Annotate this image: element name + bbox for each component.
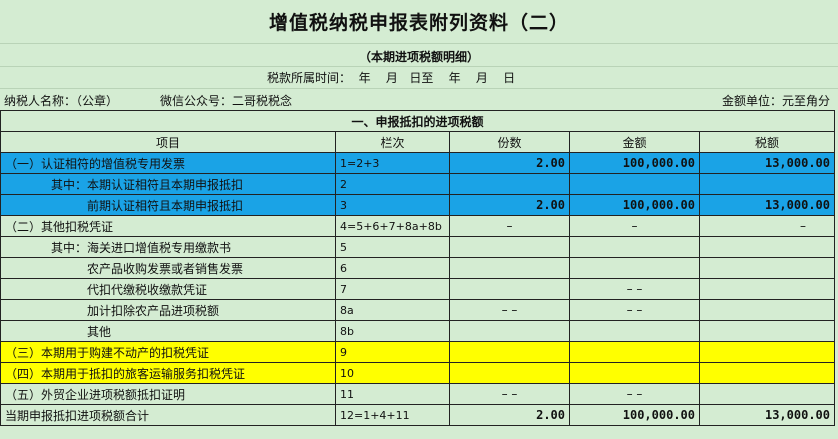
count-cell[interactable]: 2.00	[449, 152, 570, 174]
tax-period: 税款所属时间： 年 月 日至 年 月 日	[267, 71, 516, 85]
item-cell[interactable]: 其他	[0, 320, 336, 342]
header-item[interactable]: 项目	[0, 131, 336, 153]
table-row: 加计扣除农产品进项税额 8a – – – –	[0, 299, 835, 321]
line-cell[interactable]: 2	[335, 173, 450, 195]
amount-cell[interactable]: – –	[569, 299, 700, 321]
line-cell[interactable]: 8a	[335, 299, 450, 321]
item-cell[interactable]: （五）外贸企业进项税额抵扣证明	[0, 383, 336, 405]
count-cell[interactable]: –	[449, 215, 570, 237]
amount-cell[interactable]	[569, 320, 700, 342]
item-cell[interactable]: （三）本期用于购建不动产的扣税凭证	[0, 341, 336, 363]
report-title: 增值税纳税申报表附列资料（二）	[268, 12, 569, 34]
count-cell[interactable]: – –	[449, 299, 570, 321]
amount-cell[interactable]: 100,000.00	[569, 152, 700, 174]
tax-cell[interactable]: –	[699, 215, 835, 237]
grid-line	[0, 88, 838, 89]
line-cell[interactable]: 12=1+4+11	[335, 404, 450, 426]
amount-cell[interactable]: –	[569, 215, 700, 237]
input-tax-table: 一、申报抵扣的进项税额 项目 栏次 份数 金额 税额 （一）认证相符的增值税专用…	[0, 110, 835, 426]
header-amount[interactable]: 金额	[569, 131, 700, 153]
table-row: （二）其他扣税凭证 4=5+6+7+8a+8b – – –	[0, 215, 835, 237]
grid-line	[0, 43, 838, 44]
count-cell[interactable]	[449, 257, 570, 279]
count-cell[interactable]: 2.00	[449, 404, 570, 426]
tax-cell[interactable]	[699, 278, 835, 300]
tax-cell[interactable]	[699, 383, 835, 405]
line-cell[interactable]: 11	[335, 383, 450, 405]
table-row: 其中：本期认证相符且本期申报抵扣 2	[0, 173, 835, 195]
tax-cell[interactable]: 13,000.00	[699, 404, 835, 426]
amount-unit-label: 金额单位：元至角分	[722, 94, 831, 108]
tax-cell[interactable]	[699, 320, 835, 342]
column-header-row: 项目 栏次 份数 金额 税额	[0, 131, 835, 153]
line-cell[interactable]: 3	[335, 194, 450, 216]
item-cell[interactable]: 其中：本期认证相符且本期申报抵扣	[0, 173, 336, 195]
line-cell[interactable]: 6	[335, 257, 450, 279]
grid-line	[0, 66, 838, 67]
table-row: 前期认证相符且本期申报抵扣 3 2.00 100,000.00 13,000.0…	[0, 194, 835, 216]
table-row: （一）认证相符的增值税专用发票 1=2+3 2.00 100,000.00 13…	[0, 152, 835, 174]
line-cell[interactable]: 7	[335, 278, 450, 300]
count-cell[interactable]	[449, 362, 570, 384]
table-row: （五）外贸企业进项税额抵扣证明 11 – – – –	[0, 383, 835, 405]
tax-cell[interactable]	[699, 341, 835, 363]
line-cell[interactable]: 1=2+3	[335, 152, 450, 174]
count-cell[interactable]	[449, 320, 570, 342]
tax-cell[interactable]	[699, 299, 835, 321]
line-cell[interactable]: 4=5+6+7+8a+8b	[335, 215, 450, 237]
item-cell[interactable]: 前期认证相符且本期申报抵扣	[0, 194, 336, 216]
table-row: 其中：海关进口增值税专用缴款书 5	[0, 236, 835, 258]
amount-cell[interactable]: 100,000.00	[569, 194, 700, 216]
table-row: （四）本期用于抵扣的旅客运输服务扣税凭证 10	[0, 362, 835, 384]
item-cell[interactable]: 其中：海关进口增值税专用缴款书	[0, 236, 336, 258]
tax-cell[interactable]: 13,000.00	[699, 194, 835, 216]
table-row: 其他 8b	[0, 320, 835, 342]
item-cell[interactable]: （二）其他扣税凭证	[0, 215, 336, 237]
item-cell[interactable]: 代扣代缴税收缴款凭证	[0, 278, 336, 300]
item-cell[interactable]: 加计扣除农产品进项税额	[0, 299, 336, 321]
tax-cell[interactable]	[699, 236, 835, 258]
wechat-account-label: 微信公众号：二哥税税念	[160, 94, 293, 108]
table-row: 代扣代缴税收缴款凭证 7 – –	[0, 278, 835, 300]
tax-cell[interactable]	[699, 362, 835, 384]
amount-cell[interactable]	[569, 173, 700, 195]
line-cell[interactable]: 9	[335, 341, 450, 363]
count-cell[interactable]	[449, 236, 570, 258]
item-cell[interactable]: （一）认证相符的增值税专用发票	[0, 152, 336, 174]
header-line[interactable]: 栏次	[335, 131, 450, 153]
tax-cell[interactable]	[699, 257, 835, 279]
header-tax[interactable]: 税额	[699, 131, 835, 153]
amount-cell[interactable]	[569, 257, 700, 279]
line-cell[interactable]: 5	[335, 236, 450, 258]
tax-cell[interactable]	[699, 173, 835, 195]
item-cell[interactable]: （四）本期用于抵扣的旅客运输服务扣税凭证	[0, 362, 336, 384]
line-cell[interactable]: 10	[335, 362, 450, 384]
header-count[interactable]: 份数	[449, 131, 570, 153]
report-subtitle: （本期进项税额明细）	[358, 50, 479, 64]
count-cell[interactable]: – –	[449, 383, 570, 405]
count-cell[interactable]	[449, 173, 570, 195]
amount-cell[interactable]: – –	[569, 383, 700, 405]
table-row: （三）本期用于购建不动产的扣税凭证 9	[0, 341, 835, 363]
count-cell[interactable]	[449, 341, 570, 363]
item-cell[interactable]: 农产品收购发票或者销售发票	[0, 257, 336, 279]
tax-cell[interactable]: 13,000.00	[699, 152, 835, 174]
amount-cell[interactable]	[569, 341, 700, 363]
line-cell[interactable]: 8b	[335, 320, 450, 342]
item-cell[interactable]: 当期申报抵扣进项税额合计	[0, 404, 336, 426]
spreadsheet-sheet: 增值税纳税申报表附列资料（二） （本期进项税额明细） 税款所属时间： 年 月 日…	[0, 0, 838, 439]
count-cell[interactable]	[449, 278, 570, 300]
section-header-row: 一、申报抵扣的进项税额	[0, 110, 835, 132]
taxpayer-name-label: 纳税人名称：（公章）	[4, 94, 119, 108]
amount-cell[interactable]: – –	[569, 278, 700, 300]
count-cell[interactable]: 2.00	[449, 194, 570, 216]
amount-cell[interactable]	[569, 236, 700, 258]
table-row: 农产品收购发票或者销售发票 6	[0, 257, 835, 279]
section-title-cell[interactable]: 一、申报抵扣的进项税额	[0, 110, 835, 132]
table-row: 当期申报抵扣进项税额合计 12=1+4+11 2.00 100,000.00 1…	[0, 404, 835, 426]
amount-cell[interactable]: 100,000.00	[569, 404, 700, 426]
amount-cell[interactable]	[569, 362, 700, 384]
